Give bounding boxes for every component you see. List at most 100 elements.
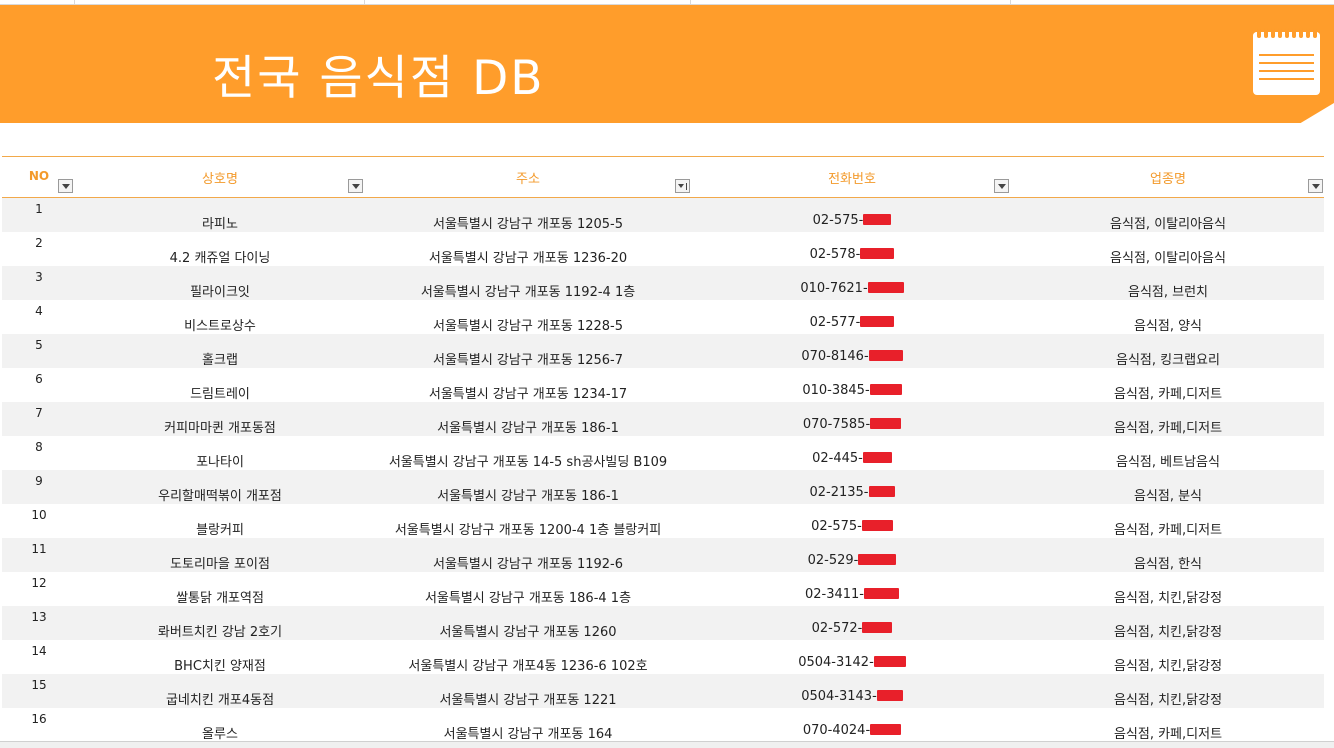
cell-address[interactable]: 서울특별시 강남구 개포동 186-1 xyxy=(364,485,692,504)
cell-name[interactable]: 쌀통닭 개포역점 xyxy=(76,587,364,606)
cell-name[interactable]: 롸버트치킨 강남 2호기 xyxy=(76,621,364,640)
cell-name[interactable]: 올루스 xyxy=(76,723,364,742)
cell-phone[interactable]: 070-7585- xyxy=(692,417,1012,432)
table-row[interactable]: 14 BHC치킨 양재점 서울특별시 강남구 개포4동 1236-6 102호 050… xyxy=(2,640,1324,674)
cell-name[interactable]: 커피마마퀸 개포동점 xyxy=(76,417,364,436)
cell-address[interactable]: 서울특별시 강남구 개포4동 1236-6 102호 xyxy=(364,655,692,674)
filter-dropdown-phone[interactable] xyxy=(994,179,1009,193)
table-row[interactable]: 13 롸버트치킨 강남 2호기 서울특별시 강남구 개포동 1260 02-572- 음… xyxy=(2,606,1324,640)
table-row[interactable]: 2 4.2 캐쥬얼 다이닝 서울특별시 강남구 개포동 1236-20 02-578-… xyxy=(2,232,1324,266)
table-row[interactable]: 8 포나타이 서울특별시 강남구 개포동 14-5 sh공사빌딩 B109 02-44… xyxy=(2,436,1324,470)
cell-address[interactable]: 서울특별시 강남구 개포동 1192-6 xyxy=(364,553,692,572)
table-row[interactable]: 5 홀크랩 서울특별시 강남구 개포동 1256-7 070-8146- 음식점, 킹크… xyxy=(2,334,1324,368)
cell-no[interactable]: 16 xyxy=(2,712,76,726)
cell-name[interactable]: 라피노 xyxy=(76,213,364,232)
cell-phone[interactable]: 02-3411- xyxy=(692,587,1012,602)
cell-address[interactable]: 서울특별시 강남구 개포동 1236-20 xyxy=(364,247,692,266)
cell-type[interactable]: 음식점, 치킨,닭강정 xyxy=(1012,621,1324,640)
cell-address[interactable]: 서울특별시 강남구 개포동 186-4 1층 xyxy=(364,587,692,606)
cell-phone[interactable]: 0504-3142- xyxy=(692,655,1012,670)
cell-address[interactable]: 서울특별시 강남구 개포동 1256-7 xyxy=(364,349,692,368)
cell-name[interactable]: 블랑커피 xyxy=(76,519,364,538)
table-row[interactable]: 16 올루스 서울특별시 강남구 개포동 164 070-4024- 음식점, 카페,디… xyxy=(2,708,1324,742)
cell-no[interactable]: 4 xyxy=(2,304,76,318)
cell-type[interactable]: 음식점, 카페,디저트 xyxy=(1012,417,1324,436)
cell-no[interactable]: 12 xyxy=(2,576,76,590)
filter-dropdown-no[interactable] xyxy=(58,179,73,193)
cell-address[interactable]: 서울특별시 강남구 개포동 186-1 xyxy=(364,417,692,436)
cell-phone[interactable]: 02-577- xyxy=(692,315,1012,330)
cell-name[interactable]: 드림트레이 xyxy=(76,383,364,402)
cell-name[interactable]: 비스트로상수 xyxy=(76,315,364,334)
cell-name[interactable]: BHC치킨 양재점 xyxy=(76,655,364,674)
cell-phone[interactable]: 02-572- xyxy=(692,621,1012,636)
cell-phone[interactable]: 0504-3143- xyxy=(692,689,1012,704)
cell-no[interactable]: 3 xyxy=(2,270,76,284)
cell-phone[interactable]: 02-575- xyxy=(692,519,1012,534)
cell-name[interactable]: 우리할매떡볶이 개포점 xyxy=(76,485,364,504)
cell-phone[interactable]: 02-445- xyxy=(692,451,1012,466)
cell-address[interactable]: 서울특별시 강남구 개포동 1192-4 1층 xyxy=(364,281,692,300)
cell-phone[interactable]: 02-2135- xyxy=(692,485,1012,500)
cell-address[interactable]: 서울특별시 강남구 개포동 1234-17 xyxy=(364,383,692,402)
cell-type[interactable]: 음식점, 치킨,닭강정 xyxy=(1012,689,1324,708)
table-row[interactable]: 9 우리할매떡볶이 개포점 서울특별시 강남구 개포동 186-1 02-2135- 음… xyxy=(2,470,1324,504)
cell-name[interactable]: 굽네치킨 개포4동점 xyxy=(76,689,364,708)
cell-type[interactable]: 음식점, 이탈리아음식 xyxy=(1012,247,1324,266)
table-row[interactable]: 4 비스트로상수 서울특별시 강남구 개포동 1228-5 02-577- 음식점, 양… xyxy=(2,300,1324,334)
cell-phone[interactable]: 02-575- xyxy=(692,213,1012,228)
cell-name[interactable]: 4.2 캐쥬얼 다이닝 xyxy=(76,247,364,266)
cell-no[interactable]: 9 xyxy=(2,474,76,488)
cell-type[interactable]: 음식점, 브런치 xyxy=(1012,281,1324,300)
cell-type[interactable]: 음식점, 치킨,닭강정 xyxy=(1012,587,1324,606)
cell-type[interactable]: 음식점, 치킨,닭강정 xyxy=(1012,655,1324,674)
filter-sort-dropdown-address[interactable] xyxy=(675,179,690,193)
cell-phone[interactable]: 010-3845- xyxy=(692,383,1012,398)
cell-address[interactable]: 서울특별시 강남구 개포동 1228-5 xyxy=(364,315,692,334)
cell-no[interactable]: 15 xyxy=(2,678,76,692)
cell-type[interactable]: 음식점, 카페,디저트 xyxy=(1012,383,1324,402)
table-row[interactable]: 11 도토리마을 포이점 서울특별시 강남구 개포동 1192-6 02-529- 음식… xyxy=(2,538,1324,572)
cell-type[interactable]: 음식점, 킹크랩요리 xyxy=(1012,349,1324,368)
table-row[interactable]: 15 굽네치킨 개포4동점 서울특별시 강남구 개포동 1221 0504-3143-… xyxy=(2,674,1324,708)
cell-phone[interactable]: 010-7621- xyxy=(692,281,1012,296)
cell-phone[interactable]: 070-4024- xyxy=(692,723,1012,738)
cell-type[interactable]: 음식점, 이탈리아음식 xyxy=(1012,213,1324,232)
cell-address[interactable]: 서울특별시 강남구 개포동 1260 xyxy=(364,621,692,640)
cell-no[interactable]: 8 xyxy=(2,440,76,454)
table-row[interactable]: 12 쌀통닭 개포역점 서울특별시 강남구 개포동 186-4 1층 02-3411-… xyxy=(2,572,1324,606)
filter-dropdown-name[interactable] xyxy=(348,179,363,193)
cell-phone[interactable]: 02-529- xyxy=(692,553,1012,568)
cell-name[interactable]: 포나타이 xyxy=(76,451,364,470)
cell-type[interactable]: 음식점, 카페,디저트 xyxy=(1012,723,1324,742)
cell-no[interactable]: 7 xyxy=(2,406,76,420)
cell-no[interactable]: 10 xyxy=(2,508,76,522)
cell-name[interactable]: 홀크랩 xyxy=(76,349,364,368)
cell-address[interactable]: 서울특별시 강남구 개포동 14-5 sh공사빌딩 B109 xyxy=(364,451,692,470)
cell-type[interactable]: 음식점, 양식 xyxy=(1012,315,1324,334)
cell-type[interactable]: 음식점, 한식 xyxy=(1012,553,1324,572)
cell-type[interactable]: 음식점, 분식 xyxy=(1012,485,1324,504)
cell-name[interactable]: 도토리마을 포이점 xyxy=(76,553,364,572)
cell-no[interactable]: 6 xyxy=(2,372,76,386)
table-row[interactable]: 3 필라이크잇 서울특별시 강남구 개포동 1192-4 1층 010-7621- 음식… xyxy=(2,266,1324,300)
table-row[interactable]: 10 블랑커피 서울특별시 강남구 개포동 1200-4 1층 블랑커피 02-575… xyxy=(2,504,1324,538)
cell-no[interactable]: 5 xyxy=(2,338,76,352)
cell-no[interactable]: 2 xyxy=(2,236,76,250)
cell-phone[interactable]: 02-578- xyxy=(692,247,1012,262)
table-row[interactable]: 6 드림트레이 서울특별시 강남구 개포동 1234-17 010-3845- 음식점,… xyxy=(2,368,1324,402)
cell-address[interactable]: 서울특별시 강남구 개포동 164 xyxy=(364,723,692,742)
table-row[interactable]: 7 커피마마퀸 개포동점 서울특별시 강남구 개포동 186-1 070-7585- 음… xyxy=(2,402,1324,436)
cell-no[interactable]: 13 xyxy=(2,610,76,624)
cell-address[interactable]: 서울특별시 강남구 개포동 1200-4 1층 블랑커피 xyxy=(364,519,692,538)
cell-type[interactable]: 음식점, 베트남음식 xyxy=(1012,451,1324,470)
cell-no[interactable]: 11 xyxy=(2,542,76,556)
filter-dropdown-type[interactable] xyxy=(1308,179,1323,193)
table-row[interactable]: 1 라피노 서울특별시 강남구 개포동 1205-5 02-575- 음식점, 이탈리아… xyxy=(2,198,1324,232)
cell-address[interactable]: 서울특별시 강남구 개포동 1221 xyxy=(364,689,692,708)
cell-type[interactable]: 음식점, 카페,디저트 xyxy=(1012,519,1324,538)
cell-phone[interactable]: 070-8146- xyxy=(692,349,1012,364)
cell-name[interactable]: 필라이크잇 xyxy=(76,281,364,300)
cell-address[interactable]: 서울특별시 강남구 개포동 1205-5 xyxy=(364,213,692,232)
cell-no[interactable]: 14 xyxy=(2,644,76,658)
